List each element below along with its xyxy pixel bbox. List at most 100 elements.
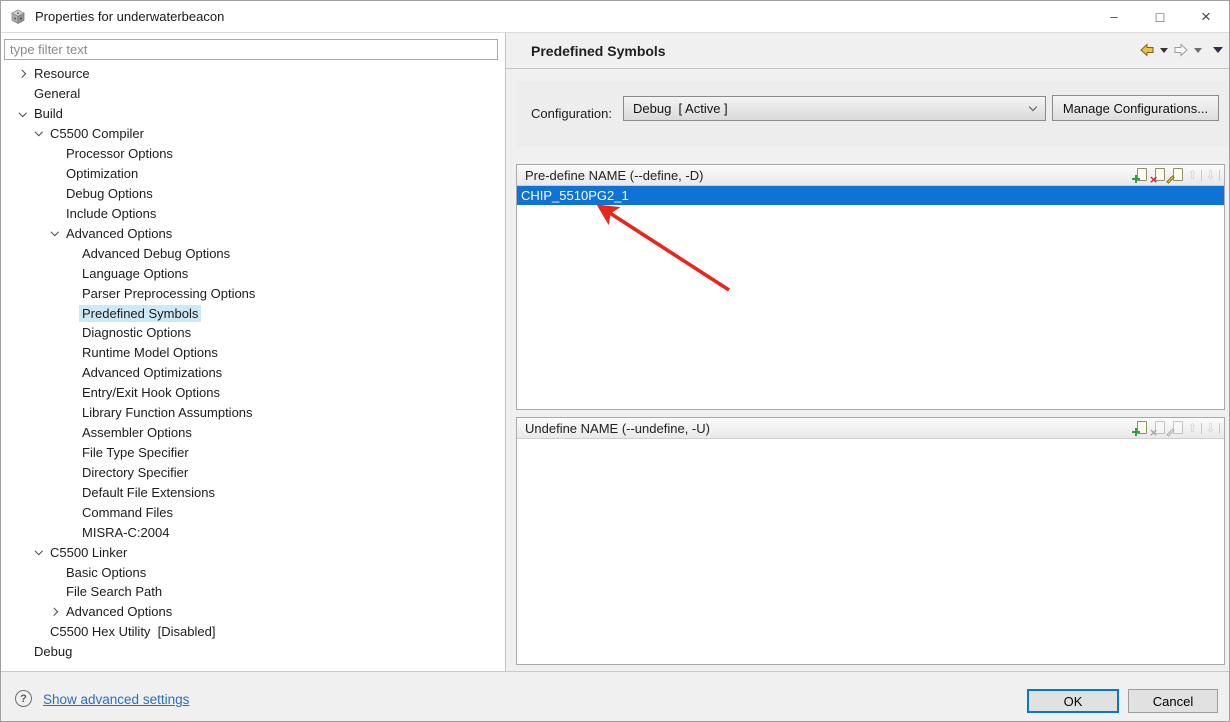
properties-dialog-icon: [9, 8, 27, 26]
edit-entry-icon[interactable]: [1169, 421, 1184, 435]
move-up-icon[interactable]: ⇧: [1187, 421, 1198, 435]
forward-icon[interactable]: [1173, 43, 1189, 57]
tree-item-label: General: [31, 85, 83, 102]
tree-item[interactable]: C5500 Compiler: [1, 124, 505, 144]
tree-item-label: Resource: [31, 65, 93, 82]
delete-entry-icon[interactable]: ×: [1151, 168, 1166, 182]
configuration-label: Configuration:: [531, 106, 612, 121]
right-panel: Predefined Symbols Configuration: Deb: [506, 33, 1230, 671]
tree-item[interactable]: Library Function Assumptions: [1, 403, 505, 423]
tree-item[interactable]: Debug Options: [1, 184, 505, 204]
tree-item[interactable]: Basic Options: [1, 562, 505, 582]
tree-item-label: Runtime Model Options: [79, 344, 221, 361]
tree-item[interactable]: Advanced Options: [1, 602, 505, 622]
tree-item[interactable]: Default File Extensions: [1, 482, 505, 502]
tree-item-label: Command Files: [79, 504, 176, 521]
tree-item[interactable]: File Search Path: [1, 582, 505, 602]
forward-menu-caret-icon[interactable]: [1194, 48, 1202, 53]
chevron-down-icon: [1029, 102, 1037, 110]
tree-item[interactable]: Advanced Debug Options: [1, 243, 505, 263]
move-up-icon[interactable]: ⇧: [1187, 168, 1198, 182]
tree-item-label: Entry/Exit Hook Options: [79, 384, 223, 401]
window-controls: – □ ×: [1091, 1, 1229, 32]
collapse-icon[interactable]: [31, 132, 47, 135]
tree-item-label: Language Options: [79, 265, 191, 282]
expand-icon[interactable]: [47, 609, 63, 615]
configuration-value: Debug [ Active ]: [633, 101, 728, 116]
edit-entry-icon[interactable]: [1169, 168, 1184, 182]
tree-item-label: Assembler Options: [79, 424, 195, 441]
tree-item[interactable]: Predefined Symbols: [1, 303, 505, 323]
tree-item[interactable]: C5500 Hex Utility [Disabled]: [1, 622, 505, 642]
show-advanced-settings-link[interactable]: Show advanced settings: [43, 692, 189, 707]
tree-item[interactable]: Optimization: [1, 164, 505, 184]
undefine-group-title: Undefine NAME (--undefine, -U): [525, 421, 710, 436]
toolbar-separator: [1219, 170, 1220, 181]
expand-icon[interactable]: [15, 71, 31, 77]
titlebar: Properties for underwaterbeacon – □ ×: [1, 1, 1229, 33]
tree-item[interactable]: Runtime Model Options: [1, 343, 505, 363]
view-menu-icon[interactable]: [1213, 47, 1223, 53]
tree-item-label: Directory Specifier: [79, 464, 191, 481]
tree-item[interactable]: File Type Specifier: [1, 443, 505, 463]
tree-item[interactable]: Command Files: [1, 502, 505, 522]
page-title: Predefined Symbols: [531, 43, 666, 59]
collapse-icon[interactable]: [15, 113, 31, 116]
back-menu-caret-icon[interactable]: [1160, 48, 1168, 53]
tree-item-label: Default File Extensions: [79, 484, 218, 501]
tree-item[interactable]: Debug: [1, 642, 505, 662]
tree-item[interactable]: Entry/Exit Hook Options: [1, 383, 505, 403]
tree-item[interactable]: MISRA-C:2004: [1, 522, 505, 542]
tree-item[interactable]: C5500 Linker: [1, 542, 505, 562]
tree-item[interactable]: Directory Specifier: [1, 462, 505, 482]
maximize-button[interactable]: □: [1137, 1, 1183, 32]
tree-item[interactable]: Diagnostic Options: [1, 323, 505, 343]
help-icon[interactable]: ?: [15, 690, 32, 707]
back-icon[interactable]: [1139, 43, 1155, 57]
tree-item[interactable]: Language Options: [1, 263, 505, 283]
predefine-toolbar: × ⇧ ⇩: [1133, 168, 1220, 182]
predefine-group-header: Pre-define NAME (--define, -D) × ⇧ ⇩: [517, 165, 1224, 186]
tree-item-label: Debug Options: [63, 185, 156, 202]
tree-item[interactable]: Parser Preprocessing Options: [1, 283, 505, 303]
predefine-list[interactable]: CHIP_5510PG2_1: [517, 186, 1224, 205]
minimize-button[interactable]: –: [1091, 1, 1137, 32]
tree-item[interactable]: Assembler Options: [1, 423, 505, 443]
close-button[interactable]: ×: [1183, 1, 1229, 32]
toolbar-separator: [1201, 170, 1202, 181]
tree-item[interactable]: General: [1, 84, 505, 104]
toolbar-separator: [1219, 423, 1220, 434]
predefine-group-title: Pre-define NAME (--define, -D): [525, 168, 703, 183]
configuration-dropdown[interactable]: Debug [ Active ]: [623, 96, 1046, 121]
tree-item[interactable]: Resource: [1, 64, 505, 84]
configuration-panel: Configuration: Debug [ Active ] Manage C…: [516, 81, 1230, 147]
tree-item-label: Processor Options: [63, 145, 176, 162]
move-down-icon[interactable]: ⇩: [1205, 168, 1216, 182]
collapse-icon[interactable]: [47, 232, 63, 235]
delete-entry-icon[interactable]: ×: [1151, 421, 1166, 435]
add-entry-icon[interactable]: [1133, 168, 1148, 182]
cancel-button[interactable]: Cancel: [1128, 689, 1218, 713]
move-down-icon[interactable]: ⇩: [1205, 421, 1216, 435]
page-header: Predefined Symbols: [506, 33, 1230, 69]
collapse-icon[interactable]: [31, 551, 47, 554]
tree-item[interactable]: Build: [1, 104, 505, 124]
header-nav: [1139, 43, 1223, 57]
button-bar: ? Show advanced settings OK Cancel: [1, 671, 1229, 722]
ok-button[interactable]: OK: [1027, 689, 1119, 713]
tree-item-label: Build: [31, 105, 66, 122]
symbol-list-item[interactable]: CHIP_5510PG2_1: [517, 186, 1224, 205]
tree-item[interactable]: Include Options: [1, 203, 505, 223]
predefine-group: Pre-define NAME (--define, -D) × ⇧ ⇩ CHIP_…: [516, 164, 1225, 410]
tree-item[interactable]: Advanced Optimizations: [1, 363, 505, 383]
tree-item-label: Include Options: [63, 205, 159, 222]
add-entry-icon[interactable]: [1133, 421, 1148, 435]
filter-input[interactable]: [4, 39, 498, 60]
tree-item[interactable]: Processor Options: [1, 144, 505, 164]
tree-item-label: Predefined Symbols: [79, 305, 201, 322]
properties-dialog: Properties for underwaterbeacon – □ × Re…: [0, 0, 1230, 722]
dialog-body: Resource General Build C5500 CompilerProces…: [1, 33, 1229, 671]
manage-configurations-button[interactable]: Manage Configurations...: [1052, 95, 1219, 121]
tree-item[interactable]: Advanced Options: [1, 223, 505, 243]
toolbar-separator: [1201, 423, 1202, 434]
